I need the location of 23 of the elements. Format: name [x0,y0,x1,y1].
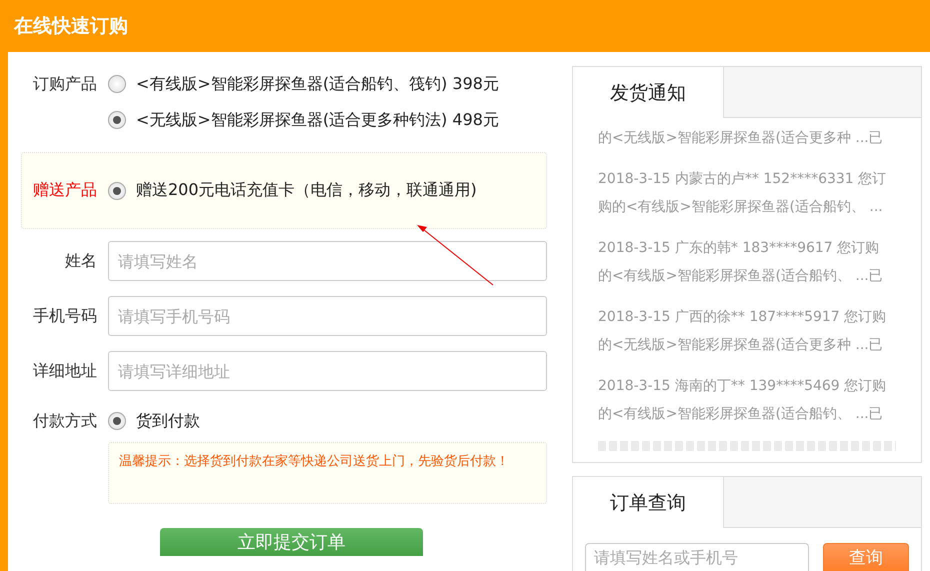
field-label: 详细地址 [32,360,97,382]
input-field[interactable]: 请填写详细地址 [108,351,547,391]
field-label: 付款方式 [32,410,97,432]
shipping-notice: 2018-3-15 广西的徐** 187****5917 您订购 的<无线版>智能彩屏探鱼器(适合更多种 ...已 [598,308,888,355]
shipping-notice: 2018-3-15 海南的丁** 139****5469 您订购 的<有线版>智能彩屏探鱼器(适合船钓、 ...已 [598,377,888,424]
option-label: 货到付款 [136,410,200,432]
radio-button[interactable] [108,111,126,129]
field-label: 手机号码 [32,306,97,326]
shipping-notice: 2018-3-15 广东的韩* 183****9617 您订购 的<有线版>智能彩屏探鱼器(适合船钓、 ...已 [598,239,884,286]
field-label: 赠送产品 [32,180,97,201]
input-field[interactable]: 请填写姓名 [108,241,547,281]
page-title: 在线快速订购 [14,14,128,39]
search-field[interactable]: 请填写姓名或手机号 [585,543,809,571]
field-label: 订购产品 [32,74,97,94]
shipping-notice: 2018-3-15 内蒙古的卢** 152****6331 您订 购的<有线版>智能彩屏探鱼器(适合船钓、 ... [598,170,888,217]
input-field[interactable]: 请填写手机号码 [108,296,547,336]
field-label: 姓名 [64,250,97,272]
radio-button[interactable] [108,182,126,200]
radio-button[interactable] [108,75,126,93]
radio-button[interactable] [108,412,126,430]
radio-option[interactable]: 货到付款 [108,410,200,432]
tip-text: 温馨提示：选择货到付款在家等快递公司送货上门，先验货后付款！ [108,442,547,504]
shipping-notice: 的<无线版>智能彩屏探鱼器(适合更多种 ...已 [598,129,884,148]
